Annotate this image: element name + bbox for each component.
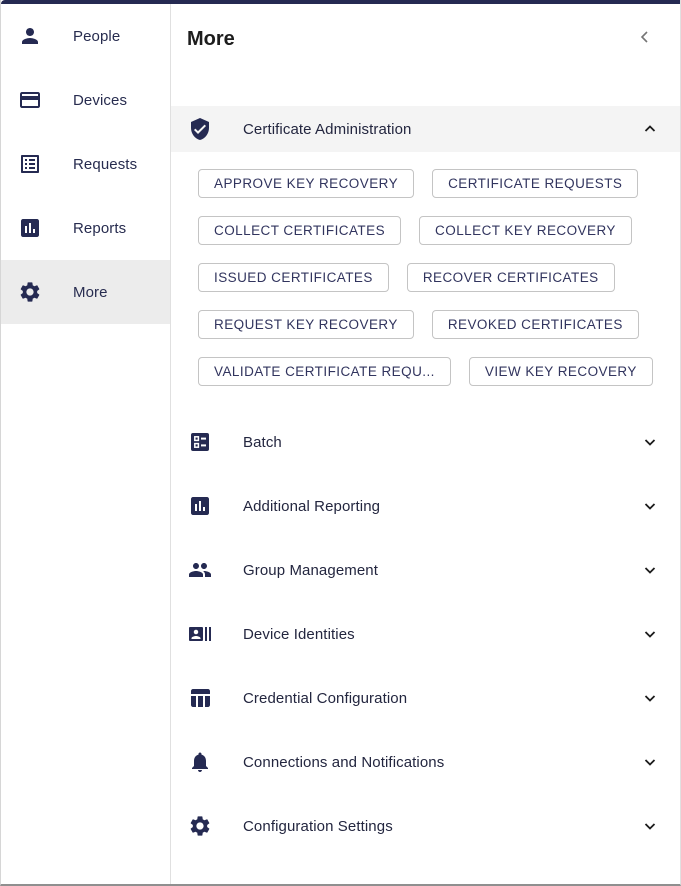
chevron-down-icon — [642, 562, 658, 578]
list-alt-icon — [18, 152, 42, 176]
panel-header: More — [171, 4, 680, 106]
accordion-header-device-identities[interactable]: Device Identities — [171, 610, 680, 658]
section-label: Group Management — [243, 562, 378, 579]
collect-key-recovery-button[interactable]: COLLECT KEY RECOVERY — [419, 216, 632, 245]
certificate-administration-actions: APPROVE KEY RECOVERY CERTIFICATE REQUEST… — [171, 152, 680, 402]
group-icon — [188, 558, 212, 582]
person-icon — [18, 24, 42, 48]
section-label: Device Identities — [243, 626, 355, 643]
chevron-down-icon — [642, 818, 658, 834]
accordion-header-group-management[interactable]: Group Management — [171, 546, 680, 594]
sidebar: People Devices Requests Reports — [1, 4, 171, 886]
credit-card-icon — [18, 88, 42, 112]
certificate-requests-button[interactable]: CERTIFICATE REQUESTS — [432, 169, 638, 198]
section-label: Configuration Settings — [243, 818, 393, 835]
collect-certificates-button[interactable]: COLLECT CERTIFICATES — [198, 216, 401, 245]
sidebar-item-devices[interactable]: Devices — [1, 68, 170, 132]
chevron-down-icon — [642, 690, 658, 706]
recover-certificates-button[interactable]: RECOVER CERTIFICATES — [407, 263, 615, 292]
gear-icon — [188, 814, 212, 838]
accordion-header-credential-configuration[interactable]: Credential Configuration — [171, 674, 680, 722]
chevron-left-icon — [637, 29, 653, 45]
chevron-down-icon — [642, 626, 658, 642]
app-window: People Devices Requests Reports — [0, 0, 681, 886]
page-title: More — [187, 28, 664, 51]
ballot-icon — [188, 430, 212, 454]
more-panel: More Certificate Administration — [171, 4, 680, 886]
sidebar-item-label: Reports — [73, 220, 126, 237]
revoked-certificates-button[interactable]: REVOKED CERTIFICATES — [432, 310, 639, 339]
chevron-up-icon — [642, 121, 658, 137]
sidebar-item-label: Devices — [73, 92, 127, 109]
shield-check-icon — [188, 117, 212, 141]
sidebar-item-requests[interactable]: Requests — [1, 132, 170, 196]
sidebar-item-label: Requests — [73, 156, 137, 173]
accordion-header-connections-and-notifications[interactable]: Connections and Notifications — [171, 738, 680, 786]
request-key-recovery-button[interactable]: REQUEST KEY RECOVERY — [198, 310, 414, 339]
table-chart-icon — [188, 686, 212, 710]
collapse-panel-button[interactable] — [636, 28, 654, 46]
accordion-header-configuration-settings[interactable]: Configuration Settings — [171, 802, 680, 850]
sidebar-item-reports[interactable]: Reports — [1, 196, 170, 260]
chevron-down-icon — [642, 498, 658, 514]
view-key-recovery-button[interactable]: VIEW KEY RECOVERY — [469, 357, 653, 386]
gear-icon — [18, 280, 42, 304]
section-label: Connections and Notifications — [243, 754, 444, 771]
section-label: Batch — [243, 434, 282, 451]
section-label: Certificate Administration — [243, 121, 412, 138]
chevron-down-icon — [642, 754, 658, 770]
bell-icon — [188, 750, 212, 774]
bar-chart-icon — [18, 216, 42, 240]
sidebar-item-label: People — [73, 28, 120, 45]
recent-actors-icon — [188, 622, 212, 646]
accordion-header-batch[interactable]: Batch — [171, 418, 680, 466]
accordion-header-additional-reporting[interactable]: Additional Reporting — [171, 482, 680, 530]
accordion-header-certificate-administration[interactable]: Certificate Administration — [171, 106, 680, 152]
sidebar-item-people[interactable]: People — [1, 4, 170, 68]
validate-certificate-requests-button[interactable]: VALIDATE CERTIFICATE REQU... — [198, 357, 451, 386]
section-label: Credential Configuration — [243, 690, 407, 707]
sidebar-item-label: More — [73, 284, 108, 301]
chevron-down-icon — [642, 434, 658, 450]
approve-key-recovery-button[interactable]: APPROVE KEY RECOVERY — [198, 169, 414, 198]
bar-chart-icon — [188, 494, 212, 518]
section-certificate-administration: Certificate Administration APPROVE KEY R… — [171, 106, 680, 402]
section-label: Additional Reporting — [243, 498, 380, 515]
issued-certificates-button[interactable]: ISSUED CERTIFICATES — [198, 263, 389, 292]
sidebar-item-more[interactable]: More — [1, 260, 170, 324]
